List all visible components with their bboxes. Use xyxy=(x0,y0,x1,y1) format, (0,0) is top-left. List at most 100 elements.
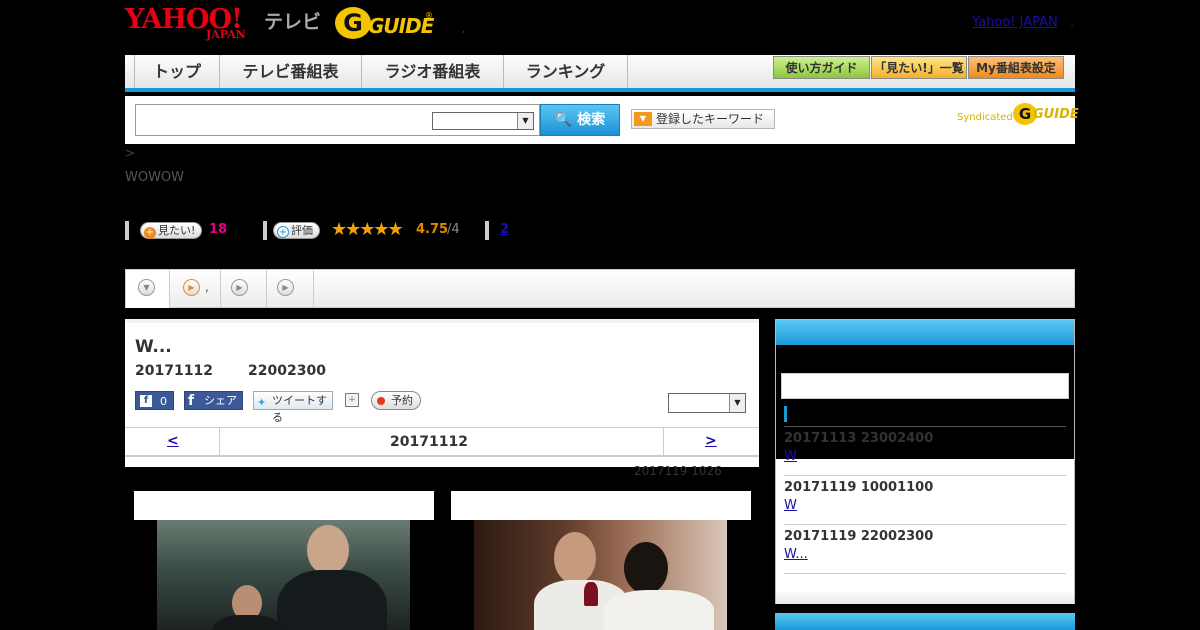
saved-keywords-label: 登録したキーワード xyxy=(656,112,765,126)
play-icon[interactable]: ▶ xyxy=(183,279,200,296)
reserve-button[interactable]: 予約 xyxy=(371,391,421,410)
yahoo-japan-link[interactable]: Yahoo! JAPAN xyxy=(972,15,1058,30)
schedule-title-link[interactable]: W... xyxy=(784,546,1066,564)
review-count-link[interactable]: 2 xyxy=(500,222,509,237)
schedule-title-link[interactable]: W xyxy=(784,497,1066,515)
nav-tab-top[interactable]: トップ xyxy=(135,55,220,88)
search-category-select[interactable]: ▼ xyxy=(432,112,534,130)
tab-divider xyxy=(313,270,314,308)
breadcrumb[interactable]: > xyxy=(125,146,135,160)
header-link-dot: . xyxy=(1070,15,1075,30)
metric-divider xyxy=(485,221,489,240)
search-bar: ▼ 🔍 検索 ▼ 登録したキーワード Syndicated G GUIDE xyxy=(125,96,1079,144)
schedule-title-link[interactable]: W xyxy=(784,448,1066,466)
second-panel-header xyxy=(775,613,1075,630)
like-count: 0 xyxy=(160,395,167,408)
header-separator: , xyxy=(462,24,466,35)
nav-tab-tv-listings[interactable]: テレビ番組表 xyxy=(220,55,362,88)
tweet-label: ツイートする xyxy=(272,394,327,424)
tab-active[interactable]: ▼ xyxy=(126,270,170,308)
share-label: シェア xyxy=(204,394,237,407)
tab-divider xyxy=(266,270,267,308)
panel-header xyxy=(776,320,1074,345)
saved-keywords-button[interactable]: ▼ 登録したキーワード xyxy=(631,109,775,129)
rating-stars: ★★★★★ xyxy=(331,219,404,240)
photo-figure xyxy=(277,570,387,630)
panel-footer xyxy=(776,590,1074,604)
play-icon[interactable]: ▶ xyxy=(231,279,248,296)
photo-figure xyxy=(624,542,668,594)
program-photo xyxy=(474,520,727,630)
facebook-share-button[interactable]: f シェア xyxy=(184,391,243,410)
rate-button[interactable]: + 評価 xyxy=(273,222,320,239)
program-card: W... 20171112 22002300 f 0 f シェア ✦ ツイートす… xyxy=(125,319,759,467)
usage-guide-button[interactable]: 使い方ガイド xyxy=(773,56,870,79)
schedule-datetime: 20171119 22002300 xyxy=(784,529,934,544)
schedule-divider xyxy=(784,573,1066,574)
tv-logo-text: テレビ xyxy=(264,11,322,33)
triangle-down-icon: ▼ xyxy=(634,112,652,126)
plus-icon: + xyxy=(144,227,156,239)
tab-divider xyxy=(220,270,221,308)
metric-divider xyxy=(125,221,129,240)
syndicated-guide-text: GUIDE xyxy=(1033,107,1079,122)
detail-tabs: ▼ ▶ ▶ ▶ xyxy=(125,269,1075,308)
chevron-down-icon: ▼ xyxy=(729,394,745,412)
photo-figure xyxy=(604,590,714,630)
play-icon[interactable]: ▶ xyxy=(277,279,294,296)
nav-edge xyxy=(125,55,135,88)
g-logo-mark: G xyxy=(335,7,371,39)
broadcast-schedule-panel: 20171113 23002400 W 20171119 10001100 W … xyxy=(775,319,1075,604)
chevron-down-icon: ▼ xyxy=(138,279,155,296)
page: YAHOO! JAPAN テレビ G GUIDE ® , Yahoo! JAPA… xyxy=(0,0,1200,630)
photo-figure xyxy=(307,525,349,575)
program-select[interactable]: ▼ xyxy=(668,393,746,413)
photo-figure xyxy=(212,615,282,630)
facebook-like-button[interactable]: f 0 xyxy=(135,391,174,410)
photo-card[interactable] xyxy=(134,491,434,630)
rating-score: 4.75 xyxy=(416,222,449,237)
photo-card-header xyxy=(451,491,751,520)
calendar-add-icon[interactable]: + xyxy=(345,393,359,407)
panel-search-field[interactable] xyxy=(781,373,1069,399)
syndicated-text: Syndicated xyxy=(957,112,1013,123)
photo-figure xyxy=(554,532,596,584)
search-button-label: 検索 xyxy=(577,112,606,128)
guide-logo-text: GUIDE xyxy=(368,14,434,38)
schedule-datetime: 20171119 10001100 xyxy=(784,480,934,495)
rate-label: 評価 xyxy=(291,224,313,237)
global-nav: トップ テレビ番組表 ラジオ番組表 ランキング 使い方ガイド 「見たい!」一覧 … xyxy=(125,55,1075,92)
pager-divider xyxy=(663,428,664,457)
pager-next-link[interactable]: > xyxy=(705,433,717,449)
nav-tab-ranking[interactable]: ランキング xyxy=(504,55,628,88)
schedule-item: 20171119 22002300 W... xyxy=(784,528,1066,564)
search-button[interactable]: 🔍 検索 xyxy=(540,104,620,136)
program-time: 22002300 xyxy=(248,363,326,379)
want-to-watch-button[interactable]: + 見たい! xyxy=(140,222,203,239)
want-list-button[interactable]: 「見たい!」一覧 xyxy=(871,56,967,79)
search-icon: 🔍 xyxy=(554,112,573,128)
panel-divider xyxy=(784,426,1066,427)
date-pager: < 20171112 > xyxy=(125,427,759,457)
metric-divider xyxy=(263,221,267,240)
schedule-item: 20171113 23002400 W xyxy=(784,430,1066,466)
chevron-down-icon: ▼ xyxy=(517,113,533,129)
header: YAHOO! JAPAN テレビ G GUIDE ® , Yahoo! JAPA… xyxy=(0,0,1200,55)
program-photo xyxy=(157,520,410,630)
channel-name: WOWOW xyxy=(125,170,185,185)
nav-tab-radio-listings[interactable]: ラジオ番組表 xyxy=(362,55,504,88)
wine-glass-shape xyxy=(584,582,598,606)
my-listing-settings-button[interactable]: My番組表設定 xyxy=(968,56,1064,79)
tab-separator-dot: , xyxy=(205,280,209,294)
tweet-button[interactable]: ✦ ツイートする xyxy=(253,391,333,424)
pager-prev-link[interactable]: < xyxy=(167,433,179,449)
schedule-item: 20171119 10001100 W xyxy=(784,479,1066,515)
schedule-datetime: 20171113 23002400 xyxy=(784,431,934,446)
photo-card[interactable] xyxy=(451,491,751,630)
japan-logo-text: JAPAN xyxy=(206,28,246,41)
updated-timestamp: 2017119 1026 xyxy=(634,464,722,478)
twitter-bird-icon: ✦ xyxy=(257,396,267,409)
reserve-label: 予約 xyxy=(391,394,413,407)
rating-max: /4 xyxy=(447,222,460,237)
program-title: W... xyxy=(135,337,172,357)
